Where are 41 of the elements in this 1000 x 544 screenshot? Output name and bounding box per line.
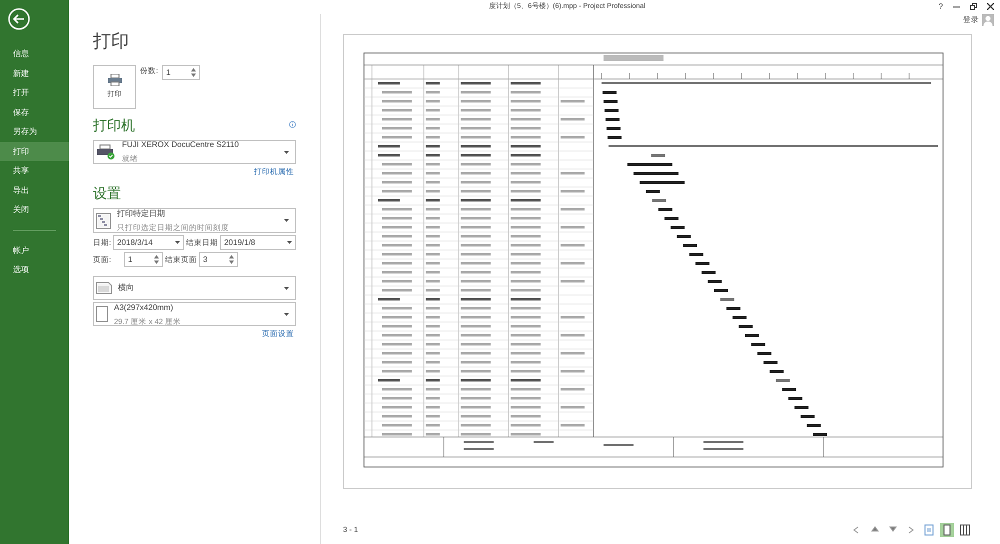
multiple-pages-icon[interactable] (958, 523, 972, 537)
spin-arrows-icon[interactable] (191, 68, 196, 77)
caret-icon (287, 241, 292, 244)
timescale-icon (96, 212, 111, 229)
close-icon[interactable] (987, 3, 994, 11)
caret-icon (175, 241, 180, 244)
menu-item[interactable]: 新建 (0, 64, 69, 83)
back-icon[interactable] (8, 8, 30, 30)
section-heading: 打印机 (93, 116, 135, 135)
menu-item[interactable]: 导出 (0, 180, 69, 200)
caret-icon (284, 312, 289, 316)
info-icon[interactable] (289, 121, 296, 128)
spin-arrows-icon[interactable] (229, 255, 234, 264)
menu-item[interactable]: 信息 (0, 44, 69, 64)
caret-icon (284, 219, 289, 222)
help-button[interactable]: ? (938, 3, 943, 11)
menu-item[interactable]: 帐户 (0, 240, 69, 260)
end-page-field[interactable]: 3 (199, 252, 238, 268)
restore-icon[interactable] (970, 3, 977, 11)
spin-arrows-icon[interactable] (154, 255, 159, 264)
page-field[interactable]: 1 (124, 252, 163, 268)
landscape-page-icon (96, 282, 112, 294)
menu-item[interactable]: 选项 (0, 260, 69, 280)
end-date-field[interactable]: 2019/1/8 (220, 235, 296, 250)
menu-item[interactable]: 保存 (0, 102, 69, 122)
caret-icon (284, 286, 289, 290)
single-page-icon[interactable] (940, 523, 954, 537)
copies-field[interactable]: 1 (162, 65, 200, 80)
section-heading: 设置 (93, 184, 122, 204)
start-date-field[interactable]: 2018/3/14 (113, 235, 184, 250)
caret-icon (284, 150, 289, 154)
menu-item[interactable]: 共享 (0, 161, 69, 180)
menu-item[interactable]: 另存为 (0, 122, 69, 142)
orientation-dropdown[interactable]: 横向 (93, 276, 296, 300)
menu-item[interactable]: 关闭 (0, 200, 69, 220)
page-heading: 打印 (93, 30, 130, 53)
printer-icon (108, 74, 122, 86)
menu-item[interactable]: 打印 (0, 142, 69, 161)
portrait-page-icon (96, 306, 108, 322)
menu-item[interactable]: 打开 (0, 83, 69, 102)
printer-ready-icon (96, 144, 116, 160)
